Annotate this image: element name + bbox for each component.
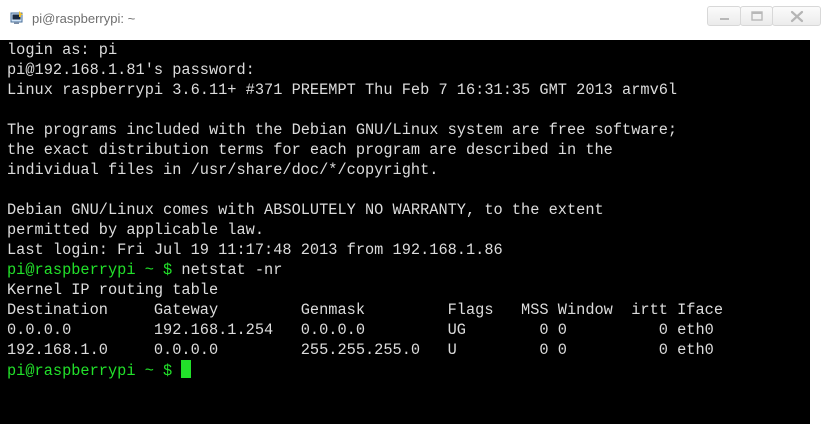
routing-table-title: Kernel IP routing table	[7, 281, 219, 299]
window-title: pi@raspberrypi: ~	[32, 11, 136, 26]
minimize-button[interactable]	[707, 6, 741, 26]
shell-prompt: pi@raspberrypi ~ $	[7, 362, 173, 380]
terminal-line: permitted by applicable law.	[7, 221, 265, 239]
command-line: pi@raspberrypi ~ $ netstat -nr	[7, 260, 723, 280]
command-text: netstat -nr	[181, 261, 283, 279]
terminal-line: the exact distribution terms for each pr…	[7, 141, 613, 159]
title-bar[interactable]: pi@raspberrypi: ~	[0, 0, 833, 40]
minimize-icon	[720, 18, 729, 20]
shell-prompt: pi@raspberrypi ~ $	[7, 261, 173, 279]
terminal-line: Linux raspberrypi 3.6.11+ #371 PREEMPT T…	[7, 81, 678, 99]
routing-table-row: 192.168.1.0 0.0.0.0 255.255.255.0 U 0 0 …	[7, 341, 714, 359]
putty-terminal-icon	[10, 11, 24, 25]
maximize-icon	[751, 11, 763, 21]
text-cursor	[181, 360, 192, 378]
scrollbar[interactable]	[810, 40, 833, 424]
routing-table-header: Destination Gateway Genmask Flags MSS Wi…	[7, 301, 724, 319]
close-icon	[790, 10, 804, 23]
terminal-line: The programs included with the Debian GN…	[7, 121, 678, 139]
terminal-line: Debian GNU/Linux comes with ABSOLUTELY N…	[7, 201, 604, 219]
putty-window: pi@raspberrypi: ~ login as: pi pi@192.16…	[0, 0, 833, 424]
maximize-button[interactable]	[740, 6, 773, 26]
close-button[interactable]	[772, 6, 821, 26]
terminal-line: individual files in /usr/share/doc/*/cop…	[7, 161, 439, 179]
terminal-line: pi@192.168.1.81's password:	[7, 61, 255, 79]
routing-table-row: 0.0.0.0 192.168.1.254 0.0.0.0 UG 0 0 0 e…	[7, 321, 714, 339]
terminal-line: Last login: Fri Jul 19 11:17:48 2013 fro…	[7, 241, 503, 259]
active-prompt-line[interactable]: pi@raspberrypi ~ $	[7, 360, 723, 380]
terminal-line: login as: pi	[7, 41, 118, 59]
terminal-output[interactable]: login as: pi pi@192.168.1.81's password:…	[0, 40, 810, 424]
